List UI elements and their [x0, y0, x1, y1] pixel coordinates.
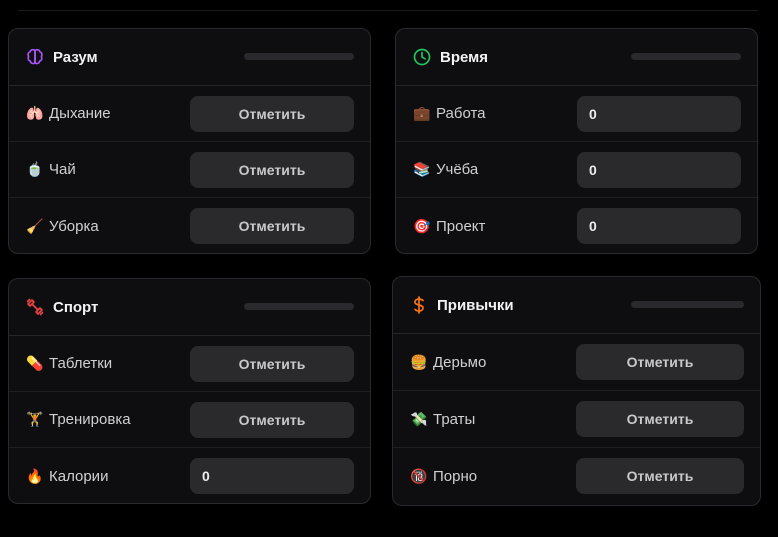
habits-progress-bar [631, 301, 744, 308]
sport-progress-bar [244, 303, 354, 310]
mark-junkfood-button[interactable]: Отметить [576, 344, 744, 380]
time-card-header: Время [396, 29, 757, 86]
lungs-icon: 🫁 [26, 105, 44, 121]
books-icon: 📚 [413, 161, 431, 177]
sport-card-header: Спорт [9, 279, 370, 336]
item-label: Тренировка [49, 411, 131, 428]
mark-cleaning-button[interactable]: Отметить [190, 208, 354, 244]
item-label: Уборка [49, 217, 99, 235]
mind-card: Разум 🫁 Дыхание Отметить 🍵 Чай Отметить … [8, 28, 371, 254]
habits-card: Привычки 🍔 Дерьмо Отметить 💸 Траты Отмет… [392, 276, 761, 506]
list-item: 💊 Таблетки Отметить [9, 336, 370, 392]
item-label: Чай [49, 161, 76, 178]
work-hours-input[interactable] [577, 96, 741, 132]
clock-icon [412, 47, 432, 67]
item-label: Дерьмо [433, 353, 487, 371]
broom-icon: 🧹 [26, 217, 44, 234]
item-label: Таблетки [49, 355, 113, 372]
list-item: 🔥 Калории [9, 448, 370, 503]
list-item: 🏋 Тренировка Отметить [9, 392, 370, 448]
brain-icon [25, 47, 45, 67]
mind-card-title: Разум [53, 48, 98, 66]
dollar-icon [409, 295, 429, 315]
list-item: 💼 Работа [396, 86, 757, 142]
fire-icon: 🔥 [26, 467, 44, 484]
mark-tea-button[interactable]: Отметить [190, 152, 354, 188]
item-label: Порно [433, 468, 478, 485]
mark-pills-button[interactable]: Отметить [190, 346, 354, 382]
item-label: Проект [436, 217, 486, 235]
project-hours-input[interactable] [577, 208, 741, 244]
pill-icon: 💊 [26, 355, 44, 371]
time-card: Время 💼 Работа 📚 Учёба 🎯 Проект [395, 28, 758, 254]
weightlifter-icon: 🏋 [26, 411, 44, 427]
mind-progress-bar [244, 53, 354, 60]
list-item: 🎯 Проект [396, 198, 757, 253]
top-divider [18, 10, 758, 11]
item-label: Дыхание [49, 105, 111, 122]
money-wings-icon: 💸 [410, 410, 428, 427]
tea-icon: 🍵 [26, 161, 44, 177]
habits-card-header: Привычки [393, 277, 760, 334]
mark-breathing-button[interactable]: Отметить [190, 96, 354, 132]
list-item: 💸 Траты Отметить [393, 391, 760, 448]
mark-spending-button[interactable]: Отметить [576, 401, 744, 437]
list-item: 🍵 Чай Отметить [9, 142, 370, 198]
item-label: Учёба [436, 161, 479, 178]
mind-card-header: Разум [9, 29, 370, 86]
list-item: 🧹 Уборка Отметить [9, 198, 370, 253]
list-item: 🔞 Порно Отметить [393, 448, 760, 505]
burger-icon: 🍔 [410, 353, 428, 370]
list-item: 📚 Учёба [396, 142, 757, 198]
habits-card-title: Привычки [437, 296, 514, 314]
time-progress-bar [631, 53, 741, 60]
no-under-18-icon: 🔞 [410, 468, 428, 484]
calories-input[interactable] [190, 458, 354, 494]
mark-workout-button[interactable]: Отметить [190, 402, 354, 438]
list-item: 🍔 Дерьмо Отметить [393, 334, 760, 391]
item-label: Работа [436, 105, 486, 122]
sport-card: Спорт 💊 Таблетки Отметить 🏋 Тренировка О… [8, 278, 371, 504]
dumbbell-icon [25, 297, 45, 317]
sport-card-title: Спорт [53, 298, 99, 316]
study-hours-input[interactable] [577, 152, 741, 188]
briefcase-icon: 💼 [413, 105, 431, 121]
list-item: 🫁 Дыхание Отметить [9, 86, 370, 142]
item-label: Траты [433, 410, 476, 428]
time-card-title: Время [440, 48, 488, 66]
target-icon: 🎯 [413, 217, 431, 234]
mark-porn-button[interactable]: Отметить [576, 458, 744, 494]
item-label: Калории [49, 467, 109, 485]
